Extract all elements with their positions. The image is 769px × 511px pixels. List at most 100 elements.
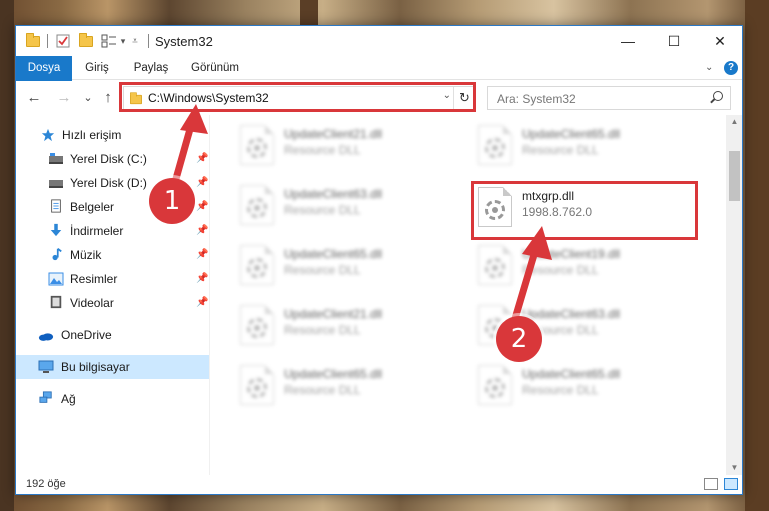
tab-view[interactable]: Görünüm — [183, 56, 247, 80]
sidebar-item-pictures[interactable]: Resimler 📌 — [16, 267, 209, 291]
file-name: UpdateClient21.dll — [284, 307, 383, 321]
sidebar-item-label: Ağ — [61, 392, 76, 406]
sidebar-item-label: Resimler — [70, 272, 118, 286]
status-bar: 192 öğe — [16, 475, 742, 494]
sidebar-item-label: Yerel Disk (D:) — [70, 176, 147, 190]
ribbon-tabs: Dosya Giriş Paylaş Görünüm ⌄ ? — [16, 56, 742, 108]
background-tree-trunk — [745, 0, 769, 511]
background-tree-trunk — [300, 0, 318, 25]
pin-icon[interactable]: 📌 — [196, 225, 208, 236]
file-name: UpdateClient65.dll — [522, 127, 621, 141]
file-item[interactable]: UpdateClient21.dll Resource DLL — [232, 121, 462, 173]
dll-file-icon — [478, 365, 512, 405]
dll-file-icon — [240, 365, 274, 405]
expand-ribbon-icon[interactable]: ⌄ — [705, 62, 713, 73]
back-button[interactable]: ← — [24, 87, 44, 107]
file-item[interactable]: UpdateClient65.dll Resource DLL — [470, 361, 700, 413]
file-description: Resource DLL — [284, 323, 361, 337]
videos-icon — [50, 295, 62, 309]
vertical-scrollbar[interactable]: ▲ ▼ — [726, 115, 742, 475]
sidebar-item-label: Bu bilgisayar — [61, 360, 130, 374]
recent-locations-button[interactable]: ⌄ — [78, 87, 98, 107]
forward-button[interactable]: → — [54, 87, 74, 107]
scroll-down-icon[interactable]: ▼ — [726, 463, 742, 472]
sidebar-item-downloads[interactable]: İndirmeler 📌 — [16, 219, 209, 243]
file-name: UpdateClient63.dll — [284, 187, 383, 201]
step-badge-1: 1 — [149, 178, 195, 224]
background-tree-trunk — [0, 0, 14, 511]
file-description: Resource DLL — [284, 263, 361, 277]
sidebar-item-label: Videolar — [70, 296, 114, 310]
sidebar-item-label: Yerel Disk (C:) — [70, 152, 147, 166]
help-icon[interactable]: ? — [724, 61, 738, 75]
sidebar-item-onedrive[interactable]: OneDrive — [16, 323, 209, 347]
up-button[interactable]: ↑ — [98, 87, 118, 107]
dll-file-icon — [478, 125, 512, 165]
sidebar-item-label: OneDrive — [61, 328, 112, 342]
new-folder-icon[interactable] — [78, 32, 94, 49]
dll-file-icon — [240, 245, 274, 285]
sidebar-item-this-pc[interactable]: Bu bilgisayar — [16, 355, 209, 379]
title-separator — [146, 33, 150, 49]
search-input[interactable]: Ara: System32 — [487, 86, 731, 110]
minimize-button[interactable]: — — [605, 26, 651, 56]
onedrive-icon — [38, 333, 54, 341]
title-bar: ▾ ⩡ System32 — ☐ ✕ — [16, 26, 742, 56]
sidebar-item-label: Müzik — [70, 248, 102, 262]
pin-icon[interactable]: 📌 — [196, 249, 208, 260]
file-name: UpdateClient65.dll — [284, 247, 383, 261]
properties-icon[interactable] — [55, 33, 71, 49]
file-description: Resource DLL — [284, 203, 361, 217]
file-item[interactable]: UpdateClient65.dll Resource DLL — [232, 241, 462, 293]
large-icons-view-icon[interactable] — [724, 478, 738, 490]
window-title: System32 — [155, 34, 213, 49]
dll-file-icon — [240, 305, 274, 345]
downloads-icon — [50, 223, 62, 237]
scroll-up-icon[interactable]: ▲ — [726, 117, 742, 126]
item-count: 192 öğe — [26, 478, 66, 490]
pictures-icon — [48, 272, 64, 286]
customize-toolbar-icon[interactable]: ▾ — [118, 33, 128, 49]
sidebar-item-videos[interactable]: Videolar 📌 — [16, 291, 209, 315]
tab-home[interactable]: Giriş — [76, 56, 118, 80]
dll-file-icon — [240, 125, 274, 165]
file-list: UpdateClient21.dll Resource DLL UpdateCl… — [210, 115, 726, 475]
file-name: UpdateClient21.dll — [284, 127, 383, 141]
pin-icon[interactable]: 📌 — [196, 297, 208, 308]
sidebar-item-label: Belgeler — [70, 200, 115, 214]
folder-icon — [25, 32, 41, 49]
close-button[interactable]: ✕ — [697, 26, 742, 56]
drive-c-icon — [49, 153, 63, 164]
network-icon — [39, 391, 52, 403]
scroll-thumb[interactable] — [729, 151, 740, 201]
arrow-2-icon — [510, 226, 552, 326]
details-view-icon[interactable] — [704, 478, 718, 490]
this-pc-icon — [38, 360, 54, 373]
step-badge-2: 2 — [496, 316, 542, 362]
pin-icon[interactable]: 📌 — [196, 273, 208, 284]
quick-access-separator — [45, 33, 49, 49]
maximize-button[interactable]: ☐ — [651, 26, 697, 56]
sidebar-item-label: Hızlı erişim — [62, 128, 122, 142]
file-description: Resource DLL — [284, 143, 361, 157]
file-item[interactable]: UpdateClient21.dll Resource DLL — [232, 301, 462, 353]
dll-file-icon — [240, 185, 274, 225]
file-description: Resource DLL — [284, 383, 361, 397]
quick-access-menu-icon[interactable]: ⩡ — [130, 33, 140, 49]
search-placeholder: Ara: System32 — [497, 92, 576, 106]
file-description: Resource DLL — [522, 383, 599, 397]
file-item[interactable]: UpdateClient65.dll Resource DLL — [470, 121, 700, 173]
file-name: UpdateClient65.dll — [522, 367, 621, 381]
file-item[interactable]: UpdateClient65.dll Resource DLL — [232, 361, 462, 413]
search-icon — [713, 91, 723, 101]
file-item[interactable]: UpdateClient63.dll Resource DLL — [232, 181, 462, 233]
tab-share[interactable]: Paylaş — [124, 56, 178, 80]
documents-icon — [51, 199, 61, 213]
sidebar-item-network[interactable]: Ağ — [16, 387, 209, 411]
file-name: UpdateClient65.dll — [284, 367, 383, 381]
sidebar-item-music[interactable]: Müzik 📌 — [16, 243, 209, 267]
sidebar-item-label: İndirmeler — [70, 224, 124, 238]
view-options-icon[interactable] — [100, 33, 118, 49]
drive-d-icon — [49, 180, 63, 188]
music-icon — [52, 248, 62, 261]
